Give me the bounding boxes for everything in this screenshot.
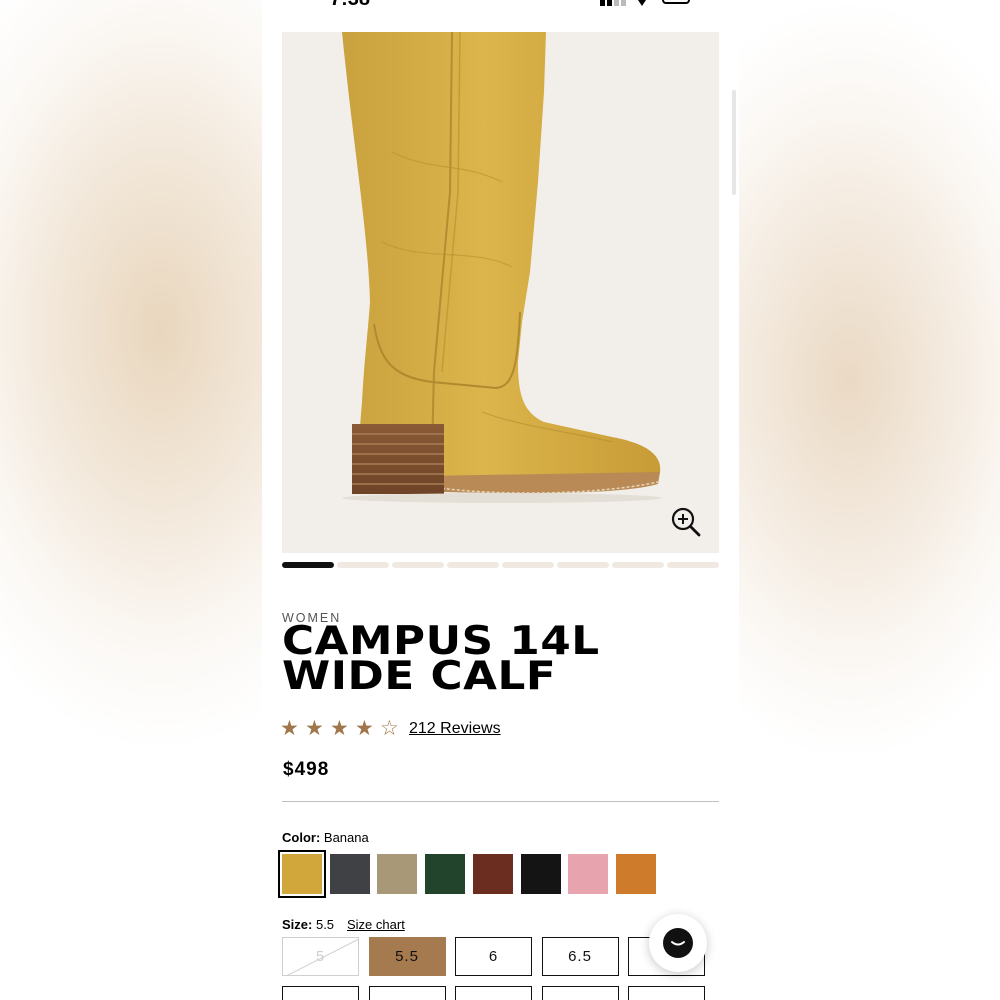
background-right [739, 0, 1000, 1000]
size-option-label: 6.5 [568, 948, 592, 965]
size-option[interactable]: 6 [455, 937, 532, 976]
color-swatch[interactable] [520, 854, 561, 894]
wifi-icon [638, 0, 646, 6]
size-option[interactable] [455, 986, 532, 1000]
size-selected-value: 5.5 [315, 917, 335, 932]
star-filled-icon: ★ [355, 717, 374, 740]
star-filled-icon: ★ [330, 717, 349, 740]
product-price: $498 [283, 759, 330, 780]
size-option[interactable] [541, 986, 619, 1000]
gallery-dot[interactable] [337, 562, 389, 568]
gallery-dot[interactable] [612, 562, 664, 568]
size-option-label: 5.5 [395, 948, 419, 965]
zoom-in-icon[interactable] [670, 506, 702, 538]
gallery-dot[interactable] [392, 562, 444, 568]
product-title: CAMPUS 14L WIDE CALF [282, 622, 739, 699]
color-selected-value: Banana [323, 830, 369, 845]
size-label-prefix: Size: [282, 917, 313, 932]
gallery-pagination[interactable] [282, 562, 719, 569]
color-label: Color: Banana [282, 830, 369, 845]
product-title-line2: WIDE CALF [282, 654, 557, 699]
color-swatch[interactable] [568, 854, 609, 894]
phone-screen: 7:38 [262, 0, 739, 1000]
battery-icon [662, 0, 690, 4]
size-option[interactable] [282, 986, 359, 1000]
size-option[interactable] [628, 986, 705, 1000]
color-swatch[interactable] [425, 854, 466, 894]
size-option[interactable]: 5.5 [368, 937, 446, 976]
size-option[interactable] [368, 986, 446, 1000]
size-option-label: 6 [488, 948, 499, 965]
divider [282, 801, 719, 802]
color-label-prefix: Color: [282, 830, 321, 845]
size-label: Size: 5.5 [282, 917, 334, 932]
size-option[interactable]: 5 [282, 937, 359, 976]
color-swatch[interactable] [472, 854, 513, 894]
star-empty-icon: ☆ [380, 717, 399, 740]
status-time: 7:38 [330, 0, 370, 11]
gallery-dot[interactable] [282, 562, 334, 568]
gallery-dot[interactable] [557, 562, 609, 568]
scrollbar[interactable] [732, 90, 736, 195]
size-chart-link[interactable]: Size chart [347, 917, 405, 932]
size-option[interactable]: 6.5 [541, 937, 619, 976]
chat-button[interactable] [649, 914, 707, 972]
color-swatch[interactable] [329, 854, 370, 894]
signal-icon [600, 0, 626, 6]
boot-illustration [342, 32, 662, 503]
star-filled-icon: ★ [280, 717, 299, 740]
color-swatch[interactable] [615, 854, 656, 894]
unavailable-slash [283, 938, 358, 975]
gallery-dot[interactable] [502, 562, 554, 568]
color-swatch[interactable] [278, 850, 326, 898]
status-bar: 7:38 [262, 0, 739, 12]
chat-bubble-icon [663, 928, 693, 958]
reviews-link[interactable]: 212 Reviews [409, 720, 501, 738]
product-image[interactable] [282, 32, 719, 553]
gallery-dot[interactable] [667, 562, 719, 568]
star-filled-icon: ★ [305, 717, 324, 740]
gallery-dot[interactable] [447, 562, 499, 568]
color-swatch[interactable] [377, 854, 418, 894]
